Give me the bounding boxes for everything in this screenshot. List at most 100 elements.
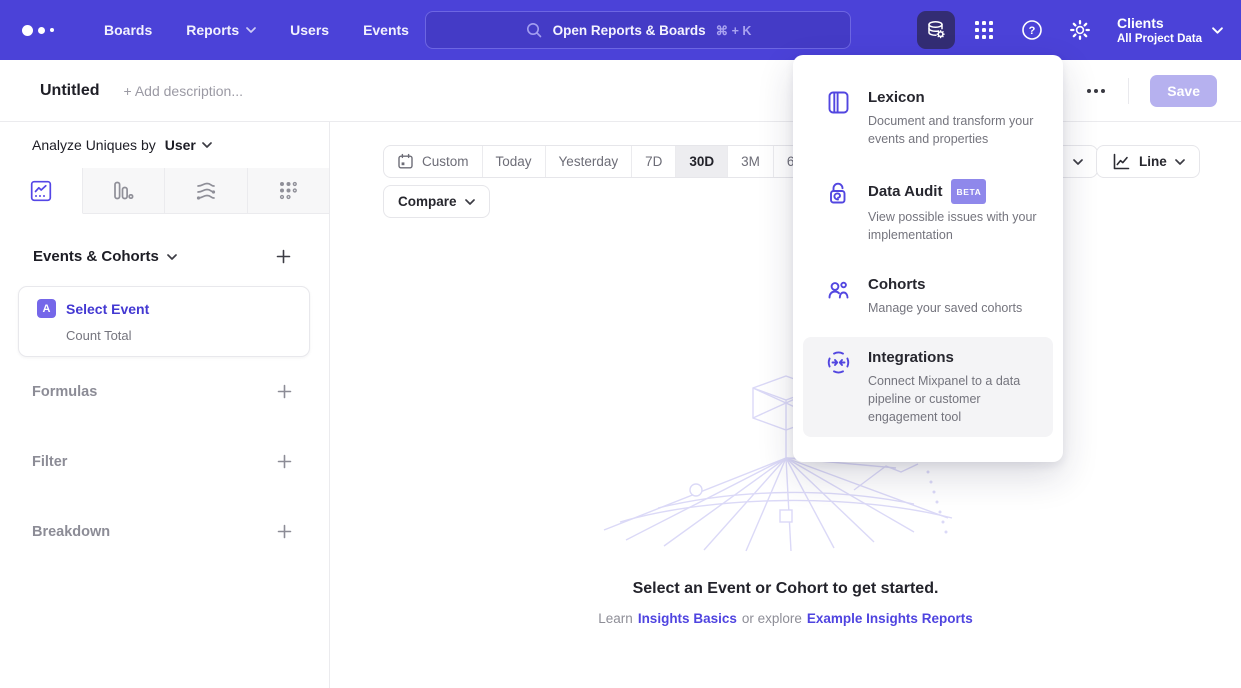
menu-item-title: Data Audit [868,182,942,202]
breakdown-label: Breakdown [32,524,110,540]
cohorts-people-icon [825,276,852,303]
add-filter-button[interactable] [275,452,294,471]
query-builder-sidebar: Analyze Uniques by User [0,122,330,688]
date-range-custom[interactable]: Custom [384,146,483,177]
example-reports-link[interactable]: Example Insights Reports [807,611,973,626]
date-range-label: 3M [741,154,760,169]
menu-item-description: Document and transform your events and p… [868,112,1045,148]
filter-section: Filter [0,452,330,471]
analyze-row: Analyze Uniques by User [0,122,329,153]
tab-retention[interactable] [248,168,330,214]
chevron-down-icon [1073,159,1083,165]
menu-item-description: Connect Mixpanel to a data pipeline or c… [868,372,1045,426]
events-cohorts-label: Events & Cohorts [33,248,159,265]
nav-label: Events [363,22,409,38]
events-cohorts-dropdown[interactable]: Events & Cohorts [33,248,177,265]
menu-item-title: Integrations [868,348,1045,368]
date-range-30d[interactable]: 30D [676,146,728,177]
date-range-today[interactable]: Today [483,146,546,177]
settings-button[interactable] [1061,11,1099,49]
date-range-label: Yesterday [559,154,619,169]
nav-item-boards[interactable]: Boards [104,22,152,38]
nav-item-users[interactable]: Users [290,22,329,38]
report-header-actions: Save [1039,75,1217,107]
report-title[interactable]: Untitled [40,82,100,100]
ellipsis-icon [1087,89,1105,93]
add-description-field[interactable]: + Add description... [124,83,243,99]
tab-insights[interactable] [0,168,83,214]
chevron-down-icon [1175,159,1185,165]
menu-item-text: Integrations Connect Mixpanel to a data … [868,348,1045,426]
nav-right-controls: ? Clients All Project Data [917,0,1223,60]
search-icon [525,21,543,39]
analyze-value: User [165,137,196,153]
subtext-middle: or explore [742,611,802,626]
primary-nav: Boards Reports Users Events [104,22,409,38]
menu-item-cohorts[interactable]: Cohorts Manage your saved cohorts [803,264,1053,328]
add-event-button[interactable] [274,247,293,266]
menu-item-text: Lexicon Document and transform your even… [868,88,1045,148]
nav-item-events[interactable]: Events [363,22,409,38]
date-range-label: Today [496,154,532,169]
event-row-card[interactable]: A Select Event Count Total [18,286,310,357]
menu-item-text: Cohorts Manage your saved cohorts [868,275,1022,317]
add-breakdown-button[interactable] [275,522,294,541]
apps-grid-icon [973,19,995,41]
funnels-bars-icon [111,179,135,203]
select-event-button[interactable]: Select Event [66,301,149,317]
menu-item-description: View possible issues with your implement… [868,208,1045,244]
formulas-label: Formulas [32,384,97,400]
menu-item-title: Lexicon [868,88,1045,108]
visualization-tabs [0,168,329,214]
empty-state-heading: Select an Event or Cohort to get started… [330,580,1241,598]
data-audit-lock-icon [825,180,852,207]
data-management-button[interactable] [917,11,955,49]
analyze-by-dropdown[interactable]: User [165,137,212,153]
date-range-7d[interactable]: 7D [632,146,676,177]
integrations-sync-icon [825,349,852,376]
menu-item-integrations[interactable]: Integrations Connect Mixpanel to a data … [803,337,1053,437]
search-placeholder: Open Reports & Boards [553,23,706,38]
nav-item-reports[interactable]: Reports [186,22,256,38]
chevron-down-icon [167,254,177,260]
project-switcher-labels: Clients All Project Data [1117,15,1202,46]
chart-type-label: Line [1139,154,1167,169]
menu-item-lexicon[interactable]: Lexicon Document and transform your even… [803,77,1053,159]
global-search[interactable]: Open Reports & Boards ⌘ + K [425,11,851,49]
compare-label: Compare [398,194,457,209]
menu-item-data-audit[interactable]: Data Audit BETA View possible issues wit… [803,168,1053,255]
report-canvas: Custom Today Yesterday 7D 30D 3M 6M Line… [330,122,1241,688]
data-management-icon [924,18,948,42]
date-range-3m[interactable]: 3M [728,146,774,177]
svg-text:?: ? [1029,25,1036,37]
org-name: Clients [1117,15,1202,32]
top-navigation: Boards Reports Users Events Open Reports… [0,0,1241,60]
tab-funnels[interactable] [83,168,166,214]
chevron-down-icon [1212,27,1223,34]
more-options-button[interactable] [1085,87,1107,95]
insights-basics-link[interactable]: Insights Basics [638,611,737,626]
tab-flows[interactable] [165,168,248,214]
compare-dropdown[interactable]: Compare [383,185,490,218]
flows-icon [194,179,218,203]
save-button[interactable]: Save [1150,75,1217,107]
count-total-dropdown[interactable]: Count Total [66,328,309,343]
formulas-section: Formulas [0,382,330,401]
project-switcher[interactable]: Clients All Project Data [1117,15,1223,46]
chart-type-dropdown[interactable]: Line [1096,145,1200,178]
search-shortcut: ⌘ + K [716,23,752,38]
help-icon: ? [1020,18,1044,42]
header-divider [1128,78,1129,104]
chevron-down-icon [465,199,475,205]
menu-item-description: Manage your saved cohorts [868,299,1022,317]
apps-grid-button[interactable] [965,11,1003,49]
events-cohorts-header: Events & Cohorts [0,247,329,266]
help-button[interactable]: ? [1013,11,1051,49]
mixpanel-logo[interactable] [22,25,68,36]
beta-badge: BETA [951,179,986,204]
chevron-down-icon [246,27,256,33]
date-range-yesterday[interactable]: Yesterday [546,146,633,177]
add-formula-button[interactable] [275,382,294,401]
analyze-prefix: Analyze Uniques by [32,137,156,153]
lexicon-book-icon [825,89,852,116]
